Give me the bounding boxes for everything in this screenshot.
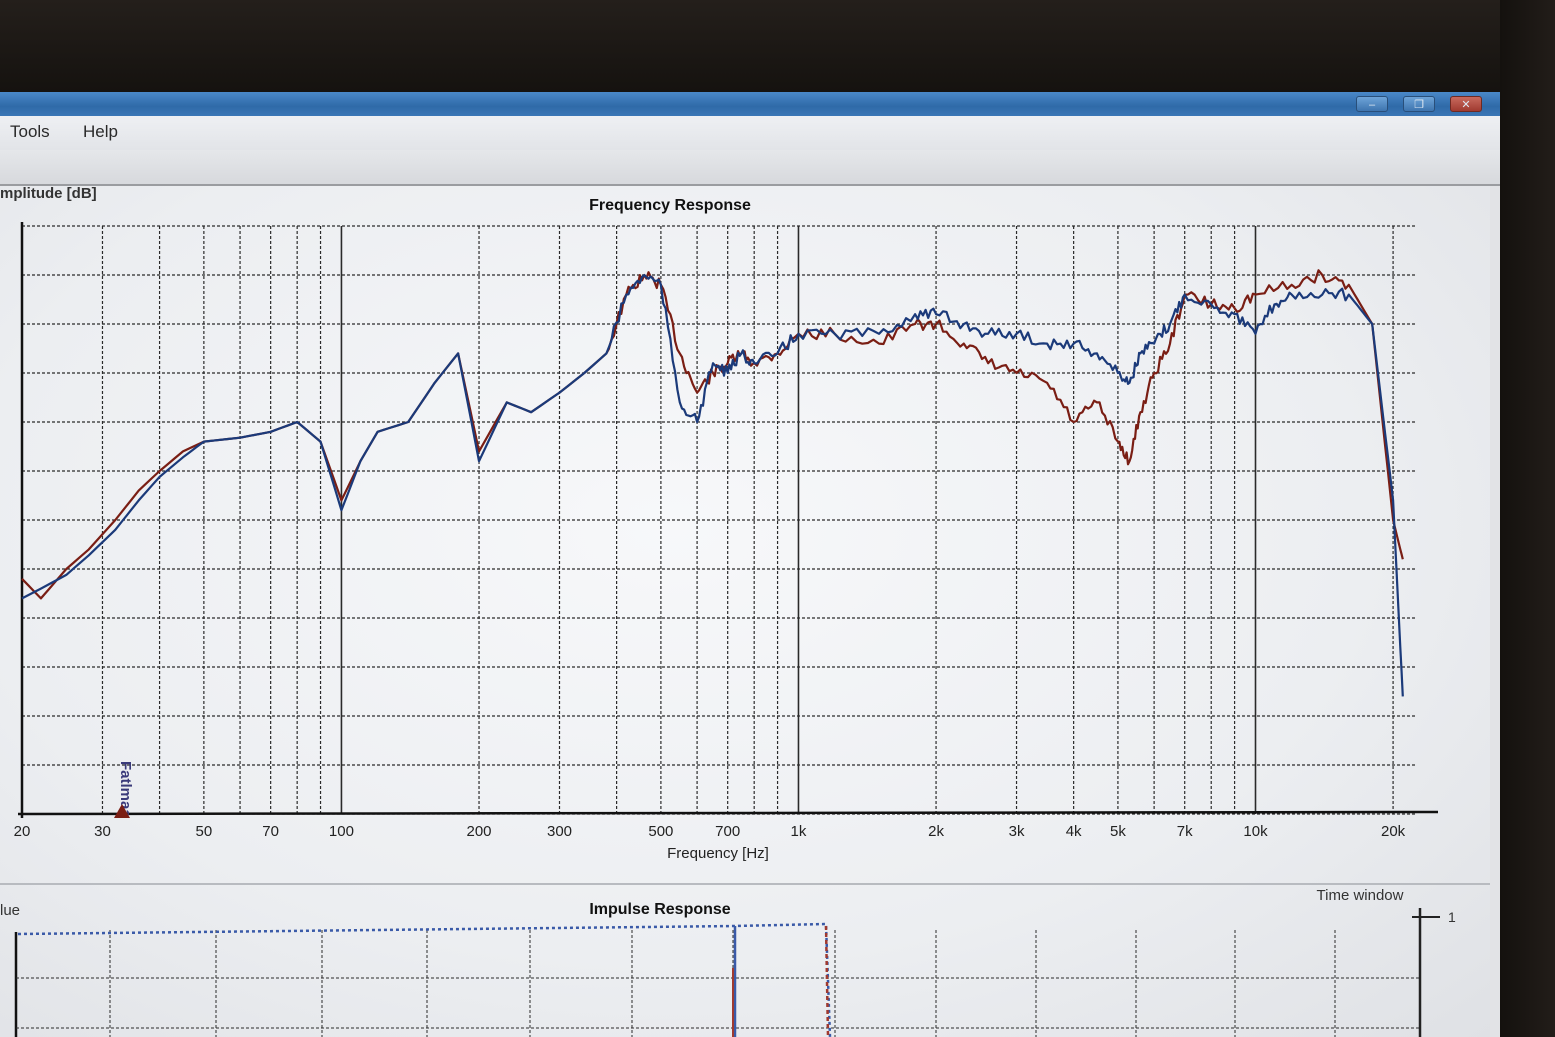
x-tick-label: 50 xyxy=(196,823,213,840)
x-tick-label: 200 xyxy=(467,823,492,840)
x-tick-label: 4k xyxy=(1066,823,1082,840)
frequency-response-chart[interactable]: 20 30 50 70 100 200 300 500 700 1k 2k 3k 4k 5k 7k 10k 20… xyxy=(0,186,1490,1037)
frequency-grid xyxy=(17,222,1439,818)
window-titlebar[interactable]: – ❐ ✕ xyxy=(0,92,1500,116)
monitor-bezel-top xyxy=(0,0,1555,92)
frequency-tick-labels: 20 30 50 70 100 200 300 500 700 1k 2k 3k 4k 5k 7k 10k 20… xyxy=(14,823,1406,840)
monitor-bezel-right xyxy=(1500,0,1555,1037)
maximize-button[interactable]: ❐ xyxy=(1403,96,1435,112)
frequency-y-axis-label: mplitude [dB] xyxy=(0,186,97,202)
menu-tools[interactable]: Tools xyxy=(10,122,50,142)
menu-bar: Tools Help xyxy=(0,116,1500,150)
time-window-label: Time window xyxy=(1317,887,1404,904)
frequency-series xyxy=(21,269,1404,697)
toolbar xyxy=(0,150,1500,186)
x-tick-label: 20 xyxy=(14,823,31,840)
x-tick-label: 2k xyxy=(928,823,944,840)
x-tick-label: 10k xyxy=(1243,823,1268,840)
time-window-value: 1 xyxy=(1448,909,1456,925)
minimize-button[interactable]: – xyxy=(1356,96,1388,112)
series-blue-line xyxy=(21,273,1404,697)
x-tick-label: 100 xyxy=(329,823,354,840)
x-tick-label: 500 xyxy=(648,823,673,840)
x-tick-label: 20k xyxy=(1381,823,1406,840)
x-tick-label: 30 xyxy=(94,823,111,840)
application-window: – ❐ ✕ Tools Help 20 30 50 70 100 200 300 500 700… xyxy=(0,92,1500,1037)
x-tick-label: 1k xyxy=(791,823,807,840)
menu-help[interactable]: Help xyxy=(83,122,118,142)
x-tick-label: 5k xyxy=(1110,823,1126,840)
series-red-line xyxy=(21,269,1404,600)
impulse-chart-title: Impulse Response xyxy=(589,901,730,918)
x-tick-label: 7k xyxy=(1177,823,1193,840)
frequency-x-axis-label: Frequency [Hz] xyxy=(667,845,769,862)
x-tick-label: 700 xyxy=(715,823,740,840)
x-tick-label: 70 xyxy=(262,823,279,840)
x-tick-label: 300 xyxy=(547,823,572,840)
impulse-window-blue xyxy=(17,922,832,1037)
frequency-chart-title: Frequency Response xyxy=(589,197,751,214)
x-tick-label: 3k xyxy=(1009,823,1025,840)
chart-panel: 20 30 50 70 100 200 300 500 700 1k 2k 3k 4k 5k 7k 10k 20… xyxy=(0,186,1490,1037)
close-button[interactable]: ✕ xyxy=(1450,96,1482,112)
impulse-y-axis-label: lue xyxy=(0,902,20,919)
impulse-grid xyxy=(14,922,1420,1037)
